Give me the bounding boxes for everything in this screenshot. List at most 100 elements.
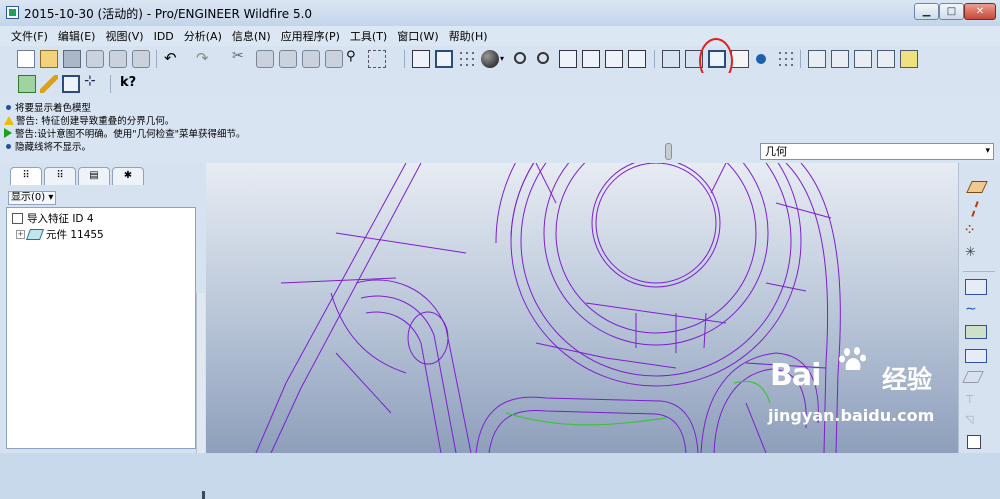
message-text: 警告:设计意图不明确。使用"几何检查"菜单获得细节。	[15, 129, 246, 140]
sketch-tool-icon[interactable]	[965, 279, 987, 295]
zoom-out-icon[interactable]	[537, 52, 549, 64]
panel-splitter[interactable]	[202, 491, 205, 499]
find-icon[interactable]: ⚲	[346, 49, 364, 67]
warning-icon	[4, 115, 14, 125]
draft-disabled-icon: ⊤	[965, 393, 975, 406]
message-line: 警告:设计意图不明确。使用"几何检查"菜单获得细节。	[4, 126, 245, 140]
save-icon[interactable]	[63, 50, 81, 68]
expand-icon[interactable]: +	[16, 230, 25, 239]
tab-model-tree[interactable]: ⠿	[10, 167, 42, 185]
saved-views-icon[interactable]	[605, 50, 623, 68]
select-box-icon[interactable]	[62, 75, 80, 93]
whats-this-icon[interactable]: k?	[120, 75, 138, 93]
menu-view[interactable]: 视图(V)	[100, 28, 148, 44]
datum-point-tool-icon[interactable]: ⁘	[965, 223, 985, 241]
tree-item-label: 元件 11455	[46, 229, 104, 241]
info-bullet-icon	[6, 104, 11, 110]
axis-tool-icon[interactable]: ⊹	[84, 73, 102, 91]
tab-favorites[interactable]: ✱	[112, 167, 144, 185]
cut-icon[interactable]: ✂	[232, 48, 250, 66]
datum-axis-tool-icon[interactable]	[971, 201, 979, 217]
paste-icon[interactable]	[279, 50, 297, 68]
baidu-watermark: Bai 经验 jingyan.baidu.com	[760, 344, 958, 434]
wireframe-icon[interactable]	[662, 50, 680, 68]
mirror-tool-icon[interactable]	[965, 349, 987, 363]
refit-icon[interactable]	[559, 50, 577, 68]
note-tool-icon[interactable]	[967, 435, 981, 449]
close-button[interactable]: ✕	[964, 3, 996, 20]
shading-icon[interactable]	[731, 50, 749, 68]
coordinate-systems-icon[interactable]	[877, 50, 895, 68]
vertical-scrollbar[interactable]	[196, 293, 205, 453]
new-file-icon[interactable]	[17, 50, 35, 68]
app-icon	[6, 6, 19, 19]
curve-tool-icon[interactable]: ∼	[965, 301, 985, 319]
toolbar-divider	[156, 50, 157, 68]
message-line: 隐藏线将不显示。	[4, 139, 91, 153]
minimize-button[interactable]: ▁	[914, 3, 939, 20]
feature-toolbar: ⁘ ✳ ∼ ⊤ ◹	[958, 163, 1000, 453]
menu-info[interactable]: 信息(N)	[227, 28, 276, 44]
datum-planes-icon[interactable]	[808, 50, 826, 68]
message-line: 警告: 特征创建导致重叠的分界几何。	[4, 113, 174, 127]
watermark-url: jingyan.baidu.com	[768, 406, 935, 425]
datum-points-icon[interactable]	[854, 50, 872, 68]
reorient-icon[interactable]	[582, 50, 600, 68]
redo-icon[interactable]: ↷	[196, 49, 214, 67]
repaint-icon[interactable]	[412, 50, 430, 68]
datum-axes-icon[interactable]	[831, 50, 849, 68]
chevron-down-icon: ▾	[985, 146, 990, 156]
menu-analysis[interactable]: 分析(A)	[179, 28, 227, 44]
secondary-toolbar: ⊹ k?	[0, 73, 1000, 98]
show-menu[interactable]: 显示(0) ▾	[8, 191, 56, 205]
tree-item[interactable]: + 元件 11455	[16, 227, 104, 242]
orient-mode-icon[interactable]	[435, 50, 453, 68]
annotations-icon[interactable]	[900, 50, 918, 68]
menu-tools[interactable]: 工具(T)	[345, 28, 392, 44]
toolbar-divider	[110, 75, 111, 93]
regeneration-status-icon	[665, 143, 672, 160]
menu-applications[interactable]: 应用程序(P)	[276, 28, 345, 44]
regenerate-icon[interactable]	[325, 50, 343, 68]
selection-filter-select[interactable]: 几何 ▾	[760, 143, 994, 160]
copy-icon[interactable]	[256, 50, 274, 68]
enhanced-realism-icon[interactable]	[756, 54, 766, 64]
appearance-gallery-icon[interactable]	[481, 50, 499, 68]
print-icon[interactable]	[86, 50, 104, 68]
csys-tool-icon[interactable]: ✳	[965, 245, 985, 263]
tree-item[interactable]: 导入特征 ID 4	[12, 211, 94, 226]
send-mail-icon[interactable]	[109, 50, 127, 68]
spin-center-icon[interactable]	[458, 50, 476, 68]
menu-edit[interactable]: 编辑(E)	[53, 28, 101, 44]
open-file-icon[interactable]	[40, 50, 58, 68]
watermark-brand: Bai	[770, 358, 821, 393]
spin-dots-icon[interactable]	[777, 50, 795, 68]
message-line: 将要显示着色模型	[4, 100, 91, 114]
menu-idd[interactable]: IDD	[149, 30, 179, 43]
main-toolbar: ↶ ↷ ✂ ⚲ ▾	[0, 46, 1000, 73]
undo-icon[interactable]: ↶	[164, 49, 182, 67]
maximize-button[interactable]: □	[939, 3, 964, 20]
model-icon[interactable]	[18, 75, 36, 93]
title-bar: 2015-10-30 (活动的) - Pro/ENGINEER Wildfire…	[0, 0, 1000, 27]
window-title: 2015-10-30 (活动的) - Pro/ENGINEER Wildfire…	[24, 7, 313, 21]
selection-box-icon[interactable]	[368, 50, 386, 68]
menu-window[interactable]: 窗口(W)	[392, 28, 443, 44]
layers-icon[interactable]	[628, 50, 646, 68]
toolbar-divider	[963, 271, 995, 272]
tab-folder-browser[interactable]: ▤	[78, 167, 110, 185]
message-text: 将要显示着色模型	[15, 103, 92, 114]
menu-file[interactable]: 文件(F)	[6, 28, 53, 44]
watermark-chinese: 经验	[882, 365, 933, 394]
arrow-icon	[4, 128, 12, 138]
send-mail-attachment-icon[interactable]	[132, 50, 150, 68]
zoom-in-icon[interactable]	[514, 52, 526, 64]
surface-tool-icon[interactable]	[965, 325, 987, 339]
sketch-pencil-icon[interactable]	[40, 75, 58, 93]
part-icon	[12, 213, 23, 224]
menu-help[interactable]: 帮助(H)	[444, 28, 493, 44]
tab-layer-tree[interactable]: ⠿	[44, 167, 76, 185]
paste-special-icon[interactable]	[302, 50, 320, 68]
datum-plane-tool-icon[interactable]	[966, 181, 988, 193]
component-icon	[25, 229, 45, 240]
